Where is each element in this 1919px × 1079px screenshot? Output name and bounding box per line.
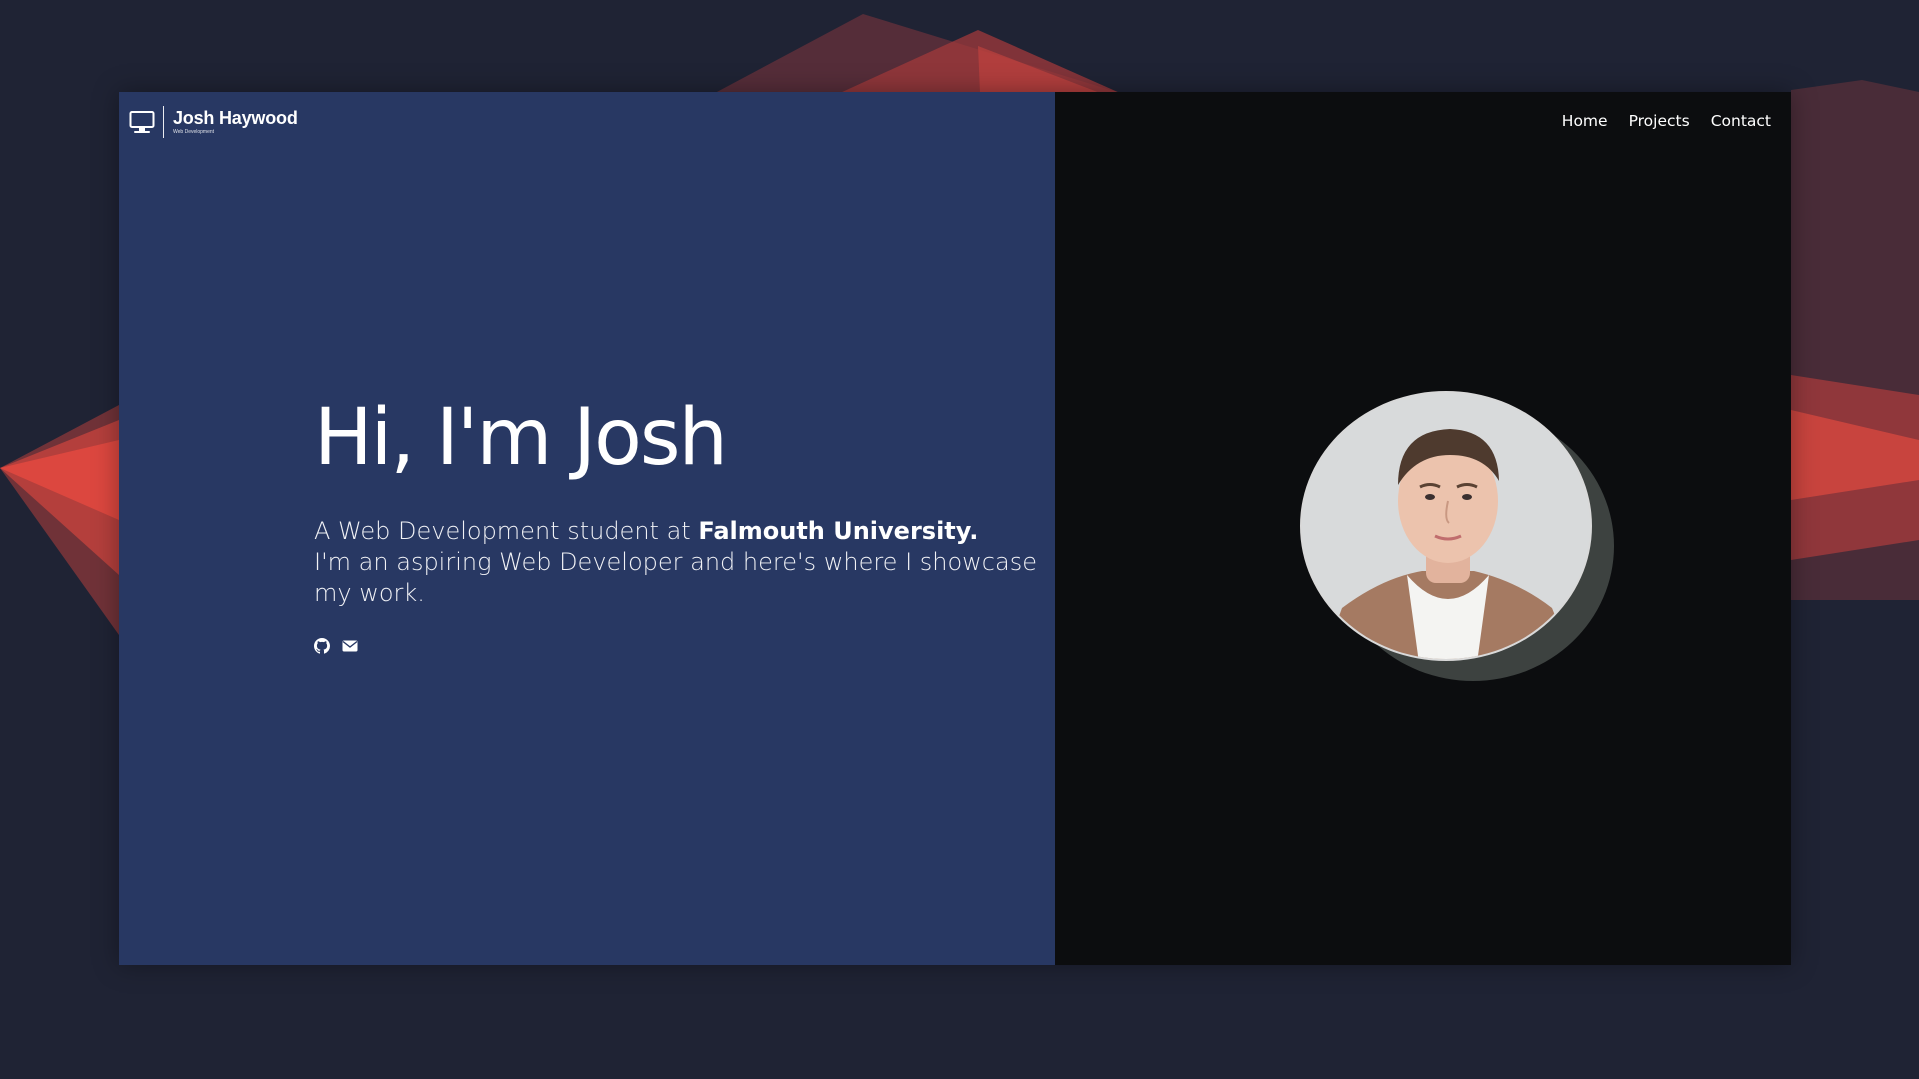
email-icon xyxy=(342,638,358,659)
nav-projects[interactable]: Projects xyxy=(1629,112,1690,130)
monitor-icon xyxy=(129,109,155,135)
social-links xyxy=(314,638,1054,659)
profile-photo xyxy=(1300,391,1592,661)
brand-logo[interactable]: Josh Haywood Web Development xyxy=(129,106,298,138)
nav-home[interactable]: Home xyxy=(1562,112,1608,130)
github-icon xyxy=(314,638,330,659)
main-nav: Home Projects Contact xyxy=(1562,112,1771,130)
brand-name: Josh Haywood xyxy=(173,108,298,128)
brand-text: Josh Haywood Web Development xyxy=(173,109,298,135)
profile-photo-container xyxy=(1300,391,1630,691)
nav-contact[interactable]: Contact xyxy=(1711,112,1771,130)
brand-tagline: Web Development xyxy=(173,129,215,135)
hero-title: Hi, I'm Josh xyxy=(314,393,728,483)
page-stage: Josh Haywood Web Development Hi, I'm Jos… xyxy=(0,0,1919,1079)
email-link[interactable] xyxy=(342,638,358,659)
hero-description: A Web Development student at Falmouth Un… xyxy=(314,516,1054,609)
browser-frame: Josh Haywood Web Development Hi, I'm Jos… xyxy=(119,92,1791,965)
brand-divider xyxy=(163,106,164,138)
github-link[interactable] xyxy=(314,638,330,659)
right-pane: Home Projects Contact xyxy=(1055,92,1791,965)
left-pane: Josh Haywood Web Development Hi, I'm Jos… xyxy=(119,92,1055,965)
hero-line2: I'm an aspiring Web Developer and here's… xyxy=(314,547,1037,607)
hero-line1-prefix: A Web Development student at xyxy=(314,516,699,545)
university-name: Falmouth University. xyxy=(698,516,979,545)
hero-section: Hi, I'm Josh A Web Development student a… xyxy=(314,392,1054,657)
